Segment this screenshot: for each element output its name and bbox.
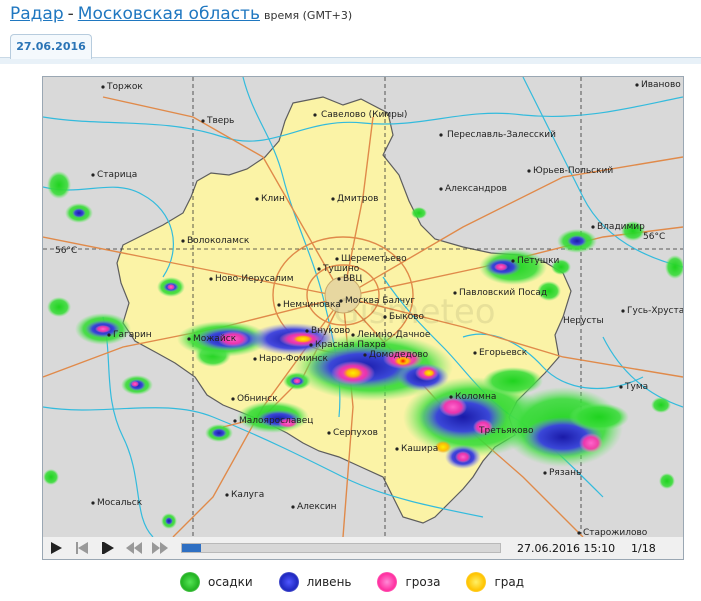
city-staritsa: Старица <box>97 170 137 180</box>
fast-forward-button[interactable] <box>147 537 173 559</box>
rewind-icon <box>126 542 142 554</box>
city-domodedovo: Домодедово <box>369 350 429 360</box>
frame-counter: 1/18 <box>631 541 656 555</box>
time-zone-label: время (GMT+3) <box>263 9 353 22</box>
city-vvc: ВВЦ <box>343 274 362 284</box>
city-starozhilovo: Старожилово <box>583 528 648 537</box>
city-serpukhov: Серпухов <box>333 428 378 438</box>
lat-label-right: 56°С <box>643 232 665 242</box>
city-petushki: Петушки <box>517 256 560 266</box>
city-naro: Наро-Фоминск <box>259 354 328 364</box>
city-tuma: Тума <box>624 382 648 392</box>
radar-link[interactable]: Радар <box>10 4 64 24</box>
progress-slider[interactable] <box>181 543 501 553</box>
legend-label: град <box>494 575 525 589</box>
city-pavlovsky: Павловский Посад <box>459 288 547 298</box>
page-header: Радар - Московская область время (GMT+3) <box>10 4 352 28</box>
frame-timestamp: 27.06.2016 15:10 <box>517 541 616 555</box>
city-volokolamsk: Волоколамск <box>187 236 250 246</box>
legend-label: осадки <box>208 575 253 589</box>
city-kaluga: Калуга <box>231 490 264 500</box>
skip-back-icon <box>76 542 88 554</box>
city-nemchinovka: Немчиновка <box>283 300 341 310</box>
region-link[interactable]: Московская область <box>78 4 260 24</box>
rewind-button[interactable] <box>121 537 147 559</box>
city-egoryevsk: Егорьевск <box>479 348 528 358</box>
city-obninsk: Обнинск <box>237 394 278 404</box>
city-mosalsk: Мосальск <box>97 498 143 508</box>
city-aleksin: Алексин <box>297 502 337 512</box>
header-separator: - <box>67 4 74 24</box>
city-kolomna: Коломна <box>455 392 496 402</box>
radar-map: Gismeteo 56°С 56°С Торжок Тверь Иваново … <box>42 76 684 538</box>
legend-dot-green <box>180 572 200 592</box>
legend-label: ливень <box>306 575 352 589</box>
city-tushino: Тушино <box>322 264 360 274</box>
step-forward-icon <box>102 542 114 554</box>
city-ivanovo: Иваново <box>641 80 681 90</box>
city-savelovo: Савелово (Кимры) <box>321 110 407 120</box>
playback-controls: 27.06.2016 15:10 1/18 <box>42 537 684 560</box>
city-tver: Тверь <box>206 116 234 126</box>
next-frame-button[interactable] <box>95 537 121 559</box>
legend-label: гроза <box>405 575 441 589</box>
city-pakhra: Красная Пахра <box>315 340 386 350</box>
legend-item-hail: град <box>466 572 524 592</box>
city-ryazan: Рязань <box>549 468 581 478</box>
play-button[interactable] <box>43 537 69 559</box>
city-klin: Клин <box>261 194 285 204</box>
legend-item-storm: гроза <box>377 572 440 592</box>
city-tretyakovo: Третьяково <box>478 426 534 436</box>
city-bykovo: Быково <box>389 312 425 322</box>
city-gus: Гусь-Хрусталь <box>627 306 683 316</box>
legend-dot-blue <box>278 572 299 592</box>
city-kerusty: Нерусты <box>563 316 604 326</box>
city-pereslavl: Переславль-Залесский <box>447 130 556 140</box>
city-gagarin: Гагарин <box>113 330 152 340</box>
city-yuryev: Юрьев-Польский <box>533 166 613 176</box>
city-dmitrov: Дмитров <box>337 194 378 204</box>
city-torzhok: Торжок <box>106 82 143 92</box>
legend-item-precip: осадки <box>180 572 253 592</box>
city-vnukovo: Внуково <box>311 326 351 336</box>
lat-label-left: 56°С <box>55 246 77 256</box>
play-icon <box>51 542 62 554</box>
precipitation-legend: осадки ливень гроза град <box>180 570 550 594</box>
legend-item-shower: ливень <box>278 572 352 592</box>
city-kashira: Кашира <box>401 444 438 454</box>
map-canvas: Gismeteo 56°С 56°С Торжок Тверь Иваново … <box>43 77 683 537</box>
city-balchug: Москва Балчуг <box>345 296 415 306</box>
first-frame-button[interactable] <box>69 537 95 559</box>
city-lenino: Ленино-Дачное <box>357 330 431 340</box>
fast-forward-icon <box>152 542 168 554</box>
city-sheremetyevo: Шереметьево <box>341 254 407 264</box>
legend-dot-pink <box>377 572 398 592</box>
city-mozhaisk: Можайск <box>193 334 237 344</box>
city-aleksandrov: Александров <box>445 184 507 194</box>
city-maloyaroslavets: Малоярославец <box>239 416 313 426</box>
progress-fill <box>182 544 202 552</box>
tab-date[interactable]: 27.06.2016 <box>10 34 92 59</box>
city-novo: Ново-Иерусалим <box>215 274 294 284</box>
city-vladimir: Владимир <box>597 222 645 232</box>
legend-dot-yellow <box>466 572 487 592</box>
